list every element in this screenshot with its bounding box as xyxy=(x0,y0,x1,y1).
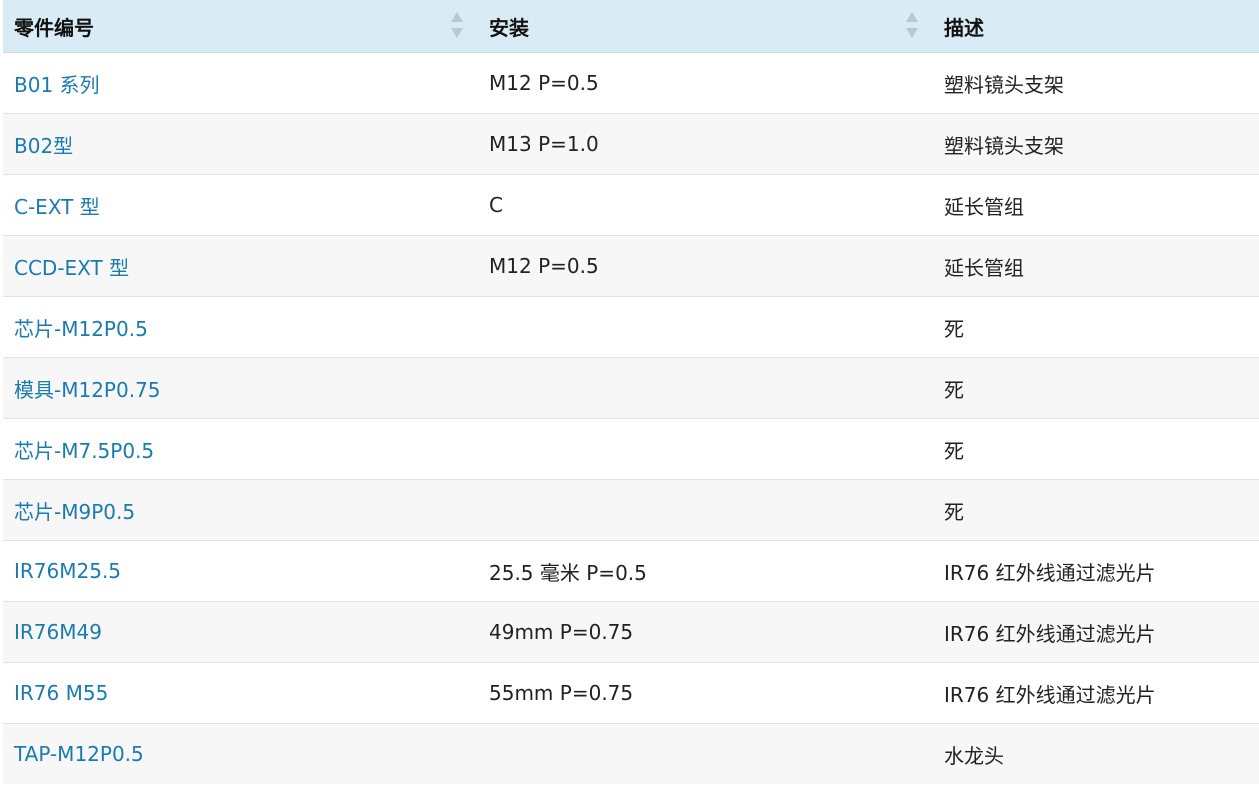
cell-description: 死 xyxy=(933,479,1259,541)
cell-description: 延长管组 xyxy=(933,174,1259,236)
part-number-link[interactable]: TAP-M12P0.5 xyxy=(14,742,144,766)
cell-part-number: TAP-M12P0.5 xyxy=(3,723,478,784)
cell-part-number: IR76M49 xyxy=(3,601,478,663)
cell-part-number: IR76M25.5 xyxy=(3,540,478,602)
cell-part-number: IR76 M55 xyxy=(3,662,478,724)
cell-part-number: 芯片-M9P0.5 xyxy=(3,479,478,541)
cell-part-number: 模具-M12P0.75 xyxy=(3,357,478,419)
table-row: B01 系列 M12 P=0.5 塑料镜头支架 xyxy=(3,52,1259,114)
column-header-label: 零件编号 xyxy=(14,15,94,40)
part-number-link[interactable]: 芯片-M7.5P0.5 xyxy=(14,439,154,463)
cell-part-number: 芯片-M7.5P0.5 xyxy=(3,418,478,480)
table-row: 芯片-M9P0.5 死 xyxy=(3,479,1259,541)
cell-description: 塑料镜头支架 xyxy=(933,113,1259,175)
table-row: 芯片-M7.5P0.5 死 xyxy=(3,418,1259,480)
table-row: IR76 M55 55mm P=0.75 IR76 红外线通过滤光片 xyxy=(3,662,1259,724)
part-number-link[interactable]: B01 系列 xyxy=(14,73,100,97)
table-row: IR76M49 49mm P=0.75 IR76 红外线通过滤光片 xyxy=(3,601,1259,663)
cell-mount xyxy=(478,357,933,419)
header-row: 零件编号 安装 描述 xyxy=(3,0,1259,53)
cell-description: IR76 红外线通过滤光片 xyxy=(933,601,1259,663)
cell-mount: 55mm P=0.75 xyxy=(478,662,933,724)
sort-icon[interactable] xyxy=(906,11,918,41)
part-number-link[interactable]: CCD-EXT 型 xyxy=(14,256,129,280)
column-header-description[interactable]: 描述 xyxy=(933,0,1259,53)
sort-icon[interactable] xyxy=(451,11,463,41)
cell-mount: M13 P=1.0 xyxy=(478,113,933,175)
cell-description: 延长管组 xyxy=(933,235,1259,297)
table-row: IR76M25.5 25.5 毫米 P=0.5 IR76 红外线通过滤光片 xyxy=(3,540,1259,602)
table-header: 零件编号 安装 描述 xyxy=(3,0,1259,53)
part-number-link[interactable]: 芯片-M12P0.5 xyxy=(14,317,148,341)
cell-description: IR76 红外线通过滤光片 xyxy=(933,662,1259,724)
cell-description: 死 xyxy=(933,418,1259,480)
table-row: B02型 M13 P=1.0 塑料镜头支架 xyxy=(3,113,1259,175)
part-number-link[interactable]: IR76M49 xyxy=(14,620,102,644)
cell-mount xyxy=(478,296,933,358)
cell-part-number: 芯片-M12P0.5 xyxy=(3,296,478,358)
cell-mount: M12 P=0.5 xyxy=(478,235,933,297)
cell-description: 死 xyxy=(933,357,1259,419)
cell-mount: C xyxy=(478,174,933,236)
table-row: C-EXT 型 C 延长管组 xyxy=(3,174,1259,236)
part-number-link[interactable]: C-EXT 型 xyxy=(14,195,100,219)
cell-mount xyxy=(478,723,933,784)
sort-down-icon xyxy=(451,28,463,38)
cell-mount: M12 P=0.5 xyxy=(478,52,933,114)
column-header-part-number[interactable]: 零件编号 xyxy=(3,0,478,53)
parts-table-container: 零件编号 安装 描述 B01 系列 M12 P=0.5 塑料镜头支架 B02型 M13 … xyxy=(3,0,1259,784)
sort-down-icon xyxy=(906,28,918,38)
table-row: 模具-M12P0.75 死 xyxy=(3,357,1259,419)
part-number-link[interactable]: B02型 xyxy=(14,134,73,158)
cell-mount xyxy=(478,418,933,480)
cell-part-number: B02型 xyxy=(3,113,478,175)
sort-up-icon xyxy=(451,12,463,22)
cell-part-number: B01 系列 xyxy=(3,52,478,114)
cell-description: 死 xyxy=(933,296,1259,358)
table-body: B01 系列 M12 P=0.5 塑料镜头支架 B02型 M13 P=1.0 塑料镜头支架… xyxy=(3,52,1259,784)
parts-table: 零件编号 安装 描述 B01 系列 M12 P=0.5 塑料镜头支架 B02型 M13 … xyxy=(3,0,1259,784)
part-number-link[interactable]: 模具-M12P0.75 xyxy=(14,378,161,402)
table-row: CCD-EXT 型 M12 P=0.5 延长管组 xyxy=(3,235,1259,297)
sort-up-icon xyxy=(906,12,918,22)
column-header-label: 描述 xyxy=(944,15,984,40)
table-row: TAP-M12P0.5 水龙头 xyxy=(3,723,1259,784)
part-number-link[interactable]: 芯片-M9P0.5 xyxy=(14,500,135,524)
cell-mount: 25.5 毫米 P=0.5 xyxy=(478,540,933,602)
cell-description: 水龙头 xyxy=(933,723,1259,784)
part-number-link[interactable]: IR76M25.5 xyxy=(14,559,121,583)
cell-description: 塑料镜头支架 xyxy=(933,52,1259,114)
cell-mount xyxy=(478,479,933,541)
cell-description: IR76 红外线通过滤光片 xyxy=(933,540,1259,602)
table-row: 芯片-M12P0.5 死 xyxy=(3,296,1259,358)
cell-part-number: C-EXT 型 xyxy=(3,174,478,236)
column-header-label: 安装 xyxy=(489,15,529,40)
cell-part-number: CCD-EXT 型 xyxy=(3,235,478,297)
column-header-mount[interactable]: 安装 xyxy=(478,0,933,53)
cell-mount: 49mm P=0.75 xyxy=(478,601,933,663)
part-number-link[interactable]: IR76 M55 xyxy=(14,681,108,705)
